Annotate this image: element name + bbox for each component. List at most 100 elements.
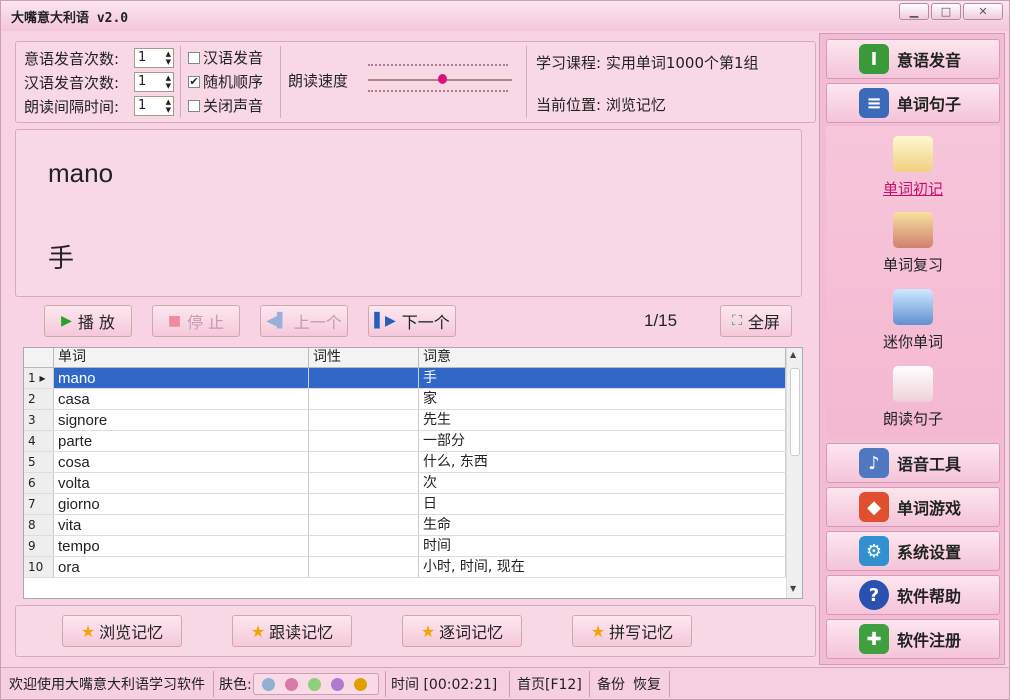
- play-button[interactable]: ▶ 播 放: [44, 305, 132, 337]
- slider-ticks: [368, 90, 508, 92]
- sidebar-label: 软件帮助: [897, 587, 962, 606]
- close-button[interactable]: ✕: [963, 3, 1003, 20]
- sidebar-item-word-games[interactable]: ◆ 单词游戏: [826, 487, 1000, 527]
- submenu-mini-words[interactable]: 迷你单词: [826, 289, 1000, 352]
- games-icon: ◆: [859, 492, 889, 522]
- sidebar-item-help[interactable]: ? 软件帮助: [826, 575, 1000, 615]
- skin-color-blue[interactable]: [262, 678, 275, 691]
- submenu-read-sentence[interactable]: 朗读句子: [826, 366, 1000, 429]
- sidebar-label: 意语发音: [897, 51, 962, 70]
- row-number: 9: [24, 536, 54, 556]
- skin-color-orange[interactable]: [354, 678, 367, 691]
- italian-count-spinner[interactable]: 1 ▲ ▼: [134, 48, 174, 68]
- pos-cell: [309, 431, 419, 451]
- table-row[interactable]: 4 parte 一部分: [24, 431, 786, 452]
- sidebar-item-word-sentence[interactable]: ≡ 单词句子: [826, 83, 1000, 123]
- meaning-cell: 先生: [419, 410, 786, 430]
- fullscreen-button[interactable]: ⛶ 全屏: [720, 305, 792, 337]
- follow-mode-button[interactable]: ★ 跟读记忆: [232, 615, 352, 647]
- register-icon: ✚: [859, 624, 889, 654]
- table-row[interactable]: 1 ▸ mano 手: [24, 368, 786, 389]
- row-number: 6: [24, 473, 54, 493]
- table-row[interactable]: 2 casa 家: [24, 389, 786, 410]
- chinese-pron-checkbox[interactable]: 汉语发音: [188, 47, 263, 68]
- meaning-cell: 日: [419, 494, 786, 514]
- minimize-button[interactable]: ▁: [899, 3, 929, 20]
- restore-link[interactable]: 恢复: [633, 674, 661, 694]
- sidebar-item-voice-tools[interactable]: ♪ 语音工具: [826, 443, 1000, 483]
- scroll-down-icon[interactable]: ▼: [790, 584, 796, 593]
- col-word[interactable]: 单词: [54, 348, 309, 367]
- word-cell: parte: [54, 431, 309, 451]
- stop-button[interactable]: ■ 停 止: [152, 305, 240, 337]
- sidebar-item-register[interactable]: ✚ 软件注册: [826, 619, 1000, 659]
- meaning-cell: 什么, 东西: [419, 452, 786, 472]
- next-icon: ▌▶: [374, 313, 396, 329]
- spinner-arrows-icon[interactable]: ▲ ▼: [166, 74, 171, 90]
- pos-cell: [309, 557, 419, 577]
- skin-color-purple[interactable]: [331, 678, 344, 691]
- spinner-arrows-icon[interactable]: ▲ ▼: [166, 50, 171, 66]
- random-order-checkbox[interactable]: ✔ 随机顺序: [188, 71, 263, 92]
- word-cell: tempo: [54, 536, 309, 556]
- table-row[interactable]: 9 tempo 时间: [24, 536, 786, 557]
- table-row[interactable]: 7 giorno 日: [24, 494, 786, 515]
- col-pos[interactable]: 词性: [309, 348, 419, 367]
- divider: [180, 46, 181, 118]
- word-cell: volta: [54, 473, 309, 493]
- submenu-review[interactable]: 单词复习: [826, 212, 1000, 275]
- checkbox-mute[interactable]: [188, 99, 200, 112]
- follow-label: 跟读记忆: [269, 623, 334, 642]
- current-word: mano: [48, 158, 114, 188]
- scroll-up-icon[interactable]: ▲: [790, 350, 796, 359]
- browse-mode-button[interactable]: ★ 浏览记忆: [62, 615, 182, 647]
- playback-controls: ▶ 播 放 ■ 停 止 ◀▌ 上一个 ▌▶ 下一个 1/15 ⛶ 全屏: [15, 301, 802, 341]
- star-icon: ★: [590, 621, 606, 641]
- chinese-count-spinner[interactable]: 1 ▲ ▼: [134, 72, 174, 92]
- interval-spinner[interactable]: 1 ▲ ▼: [134, 96, 174, 116]
- skin-color-picker: [253, 673, 379, 695]
- checkbox-random-order[interactable]: ✔: [188, 75, 200, 88]
- next-button[interactable]: ▌▶ 下一个: [368, 305, 456, 337]
- sidebar-item-italian-pron[interactable]: I 意语发音: [826, 39, 1000, 79]
- scroll-thumb[interactable]: [790, 368, 800, 456]
- backup-link[interactable]: 备份: [597, 674, 625, 694]
- table-row[interactable]: 10 ora 小时, 时间, 现在: [24, 557, 786, 578]
- checkbox-label: 关闭声音: [203, 97, 264, 115]
- home-link[interactable]: 首页[F12]: [517, 674, 582, 694]
- word-cell: vita: [54, 515, 309, 535]
- skin-color-green[interactable]: [308, 678, 321, 691]
- pos-cell: [309, 389, 419, 409]
- window-title: 大嘴意大利语 v2.0: [11, 11, 129, 26]
- slider-thumb[interactable]: [438, 74, 447, 84]
- meaning-cell: 小时, 时间, 现在: [419, 557, 786, 577]
- browse-label: 浏览记忆: [99, 623, 164, 642]
- table-row[interactable]: 8 vita 生命: [24, 515, 786, 536]
- open-book-icon: [893, 136, 933, 172]
- maximize-button[interactable]: □: [931, 3, 961, 20]
- skin-color-pink[interactable]: [285, 678, 298, 691]
- speaker-icon: ♪: [859, 448, 889, 478]
- divider: [526, 46, 527, 118]
- word-cell: casa: [54, 389, 309, 409]
- checkbox-chinese-pron[interactable]: [188, 51, 200, 64]
- submenu-first-learn[interactable]: 单词初记: [826, 136, 1000, 199]
- table-scrollbar[interactable]: ▲ ▼: [786, 348, 802, 598]
- elapsed-time: 时间 [00:02:21]: [391, 677, 498, 693]
- table-row[interactable]: 3 signore 先生: [24, 410, 786, 431]
- spinner-arrows-icon[interactable]: ▲ ▼: [166, 98, 171, 114]
- word-cell: cosa: [54, 452, 309, 472]
- table-row[interactable]: 6 volta 次: [24, 473, 786, 494]
- table-row[interactable]: 5 cosa 什么, 东西: [24, 452, 786, 473]
- speed-slider[interactable]: [368, 60, 514, 100]
- divider: [385, 671, 386, 697]
- row-number: 7: [24, 494, 54, 514]
- col-meaning[interactable]: 词意: [419, 348, 786, 367]
- spelling-mode-button[interactable]: ★ 拼写记忆: [572, 615, 692, 647]
- sidebar-item-settings[interactable]: ⚙ 系统设置: [826, 531, 1000, 571]
- review-books-icon: [893, 212, 933, 248]
- mute-checkbox[interactable]: 关闭声音: [188, 95, 263, 116]
- submenu-label: 迷你单词: [882, 333, 943, 351]
- word-by-word-mode-button[interactable]: ★ 逐词记忆: [402, 615, 522, 647]
- prev-button[interactable]: ◀▌ 上一个: [260, 305, 348, 337]
